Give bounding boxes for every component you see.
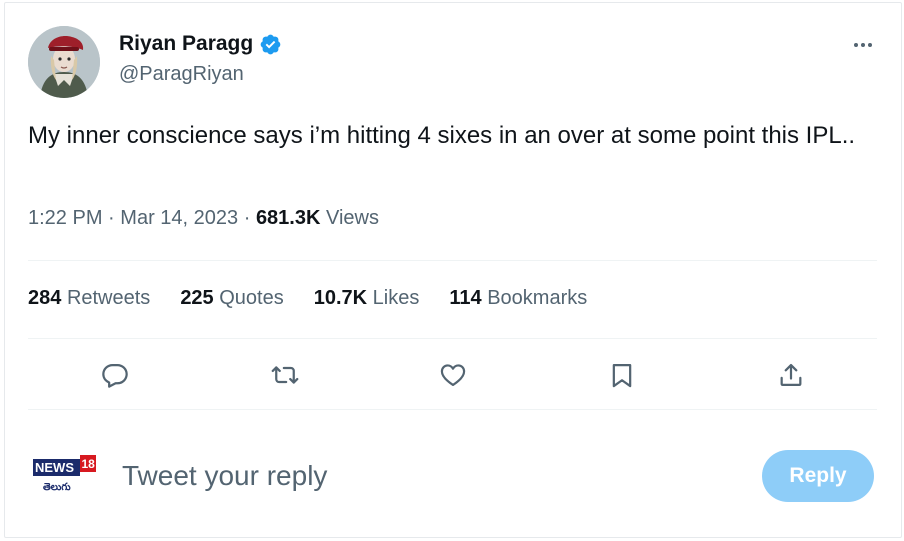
share-button[interactable] xyxy=(776,360,806,390)
stat-label: Quotes xyxy=(219,287,284,309)
views-count: 681.3K xyxy=(255,207,321,229)
more-options-button[interactable] xyxy=(848,34,878,56)
divider xyxy=(28,338,877,339)
author-handle[interactable]: @ParagRiyan xyxy=(119,63,244,86)
retweet-icon xyxy=(271,366,299,384)
meta-separator: · xyxy=(108,207,115,229)
stat-label: Likes xyxy=(372,287,420,309)
reply-input[interactable]: Tweet your reply xyxy=(122,456,722,496)
stat-label: Retweets xyxy=(66,287,151,309)
stat-label: Bookmarks xyxy=(487,287,588,309)
meta-separator: · xyxy=(243,207,251,229)
share-icon xyxy=(780,363,802,387)
retweet-button[interactable] xyxy=(270,360,300,390)
bookmark-button[interactable] xyxy=(607,360,637,390)
more-dot-icon xyxy=(861,43,865,47)
author-name[interactable]: Riyan Paragg xyxy=(119,32,253,56)
stat-quotes[interactable]: 225 Quotes xyxy=(180,287,283,310)
verified-badge-icon xyxy=(259,33,282,56)
stat-bookmarks[interactable]: 114 Bookmarks xyxy=(449,287,587,310)
logo-text: NEWS xyxy=(35,460,74,475)
news18-logo: NEWS 18 తెలుగు xyxy=(32,455,98,495)
avatar-illustration xyxy=(28,26,100,98)
tweet-text: My inner conscience says i’m hitting 4 s… xyxy=(28,122,856,149)
reply-button[interactable] xyxy=(100,360,130,390)
like-icon xyxy=(440,364,466,387)
more-dot-icon xyxy=(854,43,858,47)
tweet-meta: 1:22 PM · Mar 14, 2023 · 681.3K Views xyxy=(28,207,379,230)
stat-retweets[interactable]: 284 Retweets xyxy=(28,287,150,310)
like-button[interactable] xyxy=(438,360,468,390)
stat-count: 284 xyxy=(28,287,62,309)
tweet-date[interactable]: Mar 14, 2023 xyxy=(120,207,238,229)
divider xyxy=(28,409,877,410)
avatar[interactable] xyxy=(28,26,100,98)
views-label: Views xyxy=(326,207,379,229)
more-dot-icon xyxy=(868,43,872,47)
reply-icon xyxy=(102,363,128,388)
stat-likes[interactable]: 10.7K Likes xyxy=(314,287,420,310)
stat-count: 10.7K xyxy=(313,287,368,309)
stat-count: 114 xyxy=(449,287,482,309)
divider xyxy=(28,260,877,261)
stat-count: 225 xyxy=(180,287,214,309)
logo-subtext: తెలుగు xyxy=(43,482,71,493)
engagement-stats: 284 Retweets 225 Quotes 10.7K Likes 114 … xyxy=(28,287,617,310)
news18-logo-graphic: NEWS 18 తెలుగు xyxy=(33,455,96,493)
author-name-row[interactable]: Riyan Paragg xyxy=(119,32,282,56)
tweet-time[interactable]: 1:22 PM xyxy=(28,207,102,229)
reply-submit-button[interactable]: Reply xyxy=(762,450,874,502)
logo-number: 18 xyxy=(82,457,96,471)
bookmark-icon xyxy=(612,363,632,388)
